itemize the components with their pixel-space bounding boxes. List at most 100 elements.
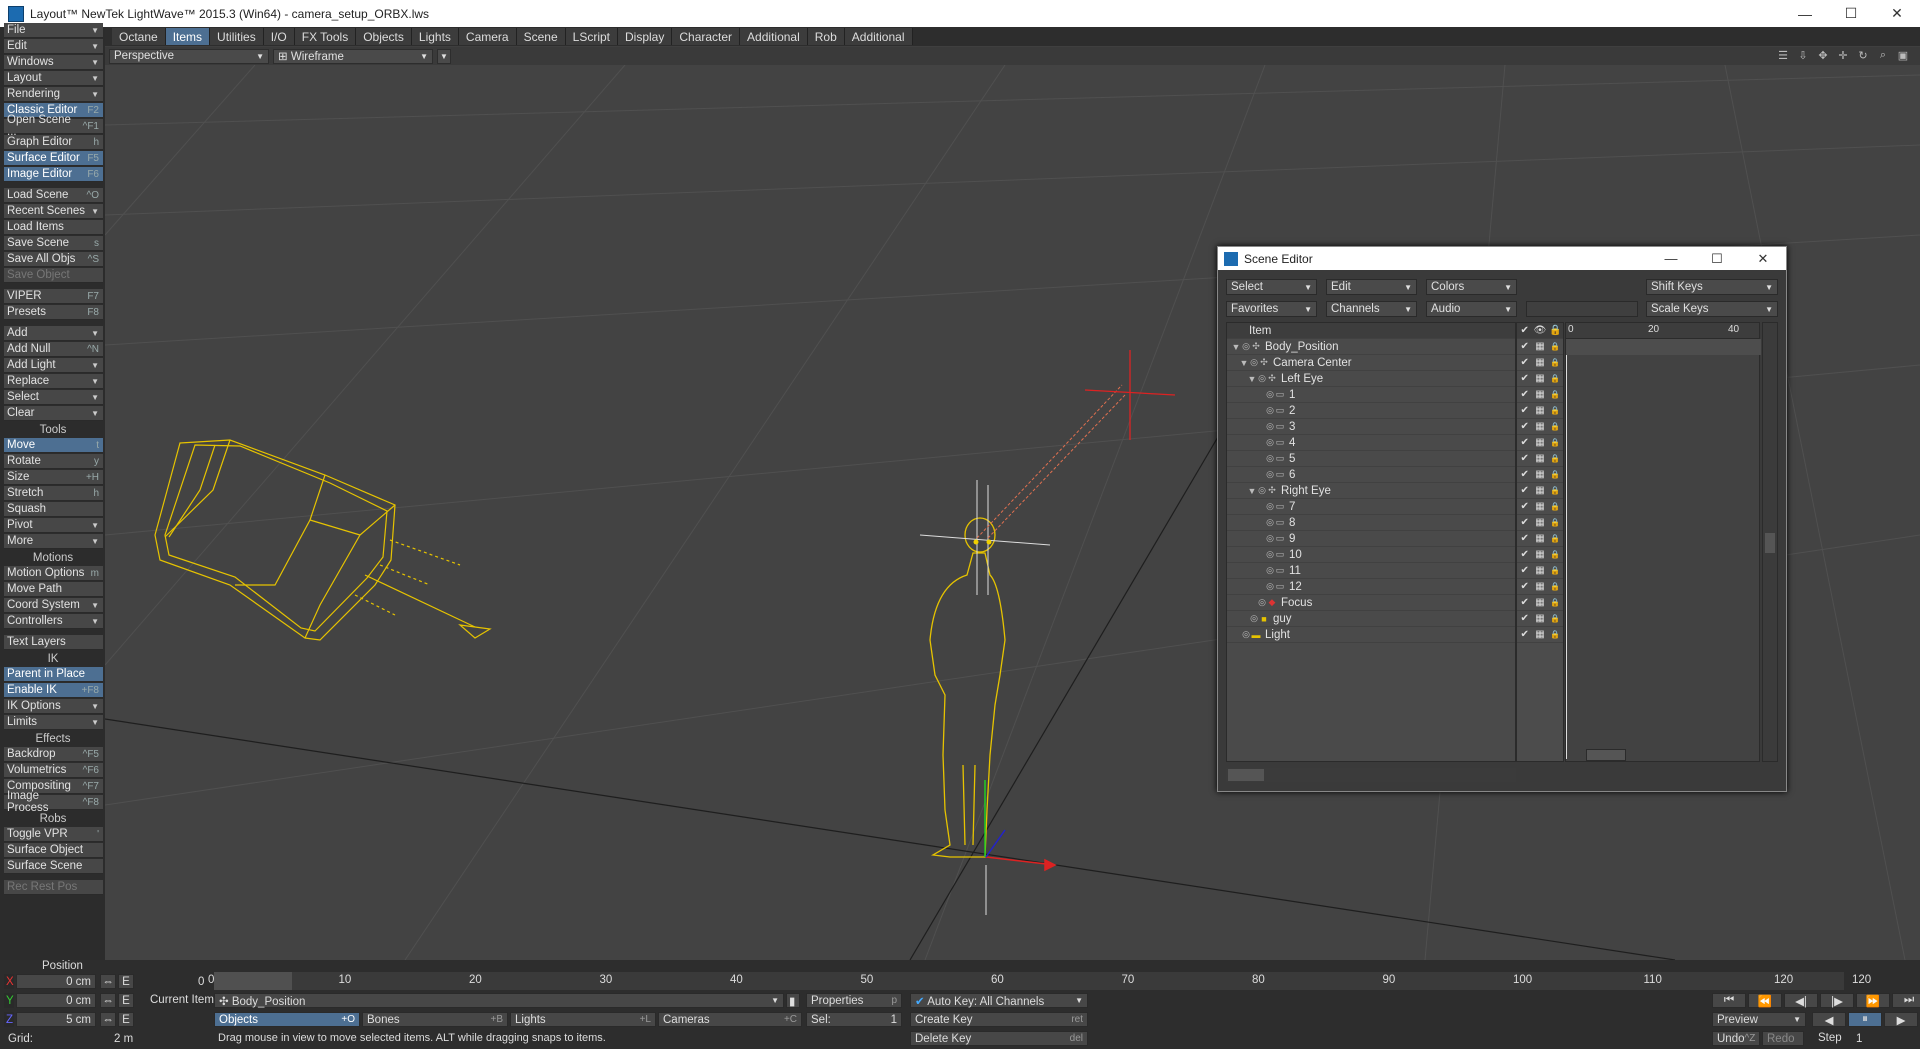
z-envelope-button[interactable]: E <box>118 1012 134 1027</box>
tab-additional[interactable]: Additional <box>844 28 913 45</box>
visibility-toggle-icon[interactable]: ◎ <box>1265 453 1275 464</box>
sidebar-item-move[interactable]: Move t <box>4 438 103 453</box>
lock-icon[interactable]: 🔒 <box>1548 454 1563 463</box>
y-position-input[interactable]: 0 cm <box>16 993 96 1008</box>
view-type-select[interactable]: Perspective ▼ <box>109 48 269 64</box>
close-button[interactable]: ✕ <box>1874 0 1920 27</box>
lock-icon[interactable]: 🔒 <box>1548 438 1563 447</box>
preview-select[interactable]: Preview ▼ <box>1712 1012 1806 1027</box>
active-check-icon[interactable]: ✔ <box>1517 533 1532 544</box>
lock-icon[interactable]: 🔒 <box>1548 550 1563 559</box>
scene-item-row[interactable]: ◎ ▭ 9 <box>1227 531 1515 547</box>
create-key-button[interactable]: Create Key ret <box>910 1012 1088 1027</box>
visibility-toggle-icon[interactable]: ◎ <box>1241 341 1251 352</box>
sidebar-item-move-path[interactable]: Move Path <box>4 582 103 597</box>
file-menu[interactable]: File ▼ <box>4 23 103 38</box>
visibility-toggle-icon[interactable]: ◎ <box>1257 597 1267 608</box>
sidebar-item-rotate[interactable]: Rotate y <box>4 454 103 469</box>
play-forward-icon[interactable]: ▶ <box>1884 1012 1918 1027</box>
se-channels-dropdown[interactable]: Channels ▼ <box>1326 301 1417 317</box>
visibility-toggle-icon[interactable]: ◎ <box>1265 469 1275 480</box>
sidebar-item-pivot[interactable]: Pivot ▼ <box>4 518 103 533</box>
tab-scene[interactable]: Scene <box>516 28 566 45</box>
scene-item-list[interactable]: Item ▼ ◎ ✣ Body_Position ▼ ◎ ✣ Camera Center ▼ ◎ ✣… <box>1226 322 1516 762</box>
lock-icon[interactable]: 🔒 <box>1548 406 1563 415</box>
lock-icon[interactable]: 🔒 <box>1548 598 1563 607</box>
active-check-icon[interactable]: ✔ <box>1517 597 1532 608</box>
tab-objects[interactable]: Objects <box>356 28 412 45</box>
tab-lscript[interactable]: LScript <box>565 28 618 45</box>
step-input[interactable]: 1 <box>1852 1031 1916 1046</box>
scene-item-row[interactable]: ▼ ◎ ✣ Body_Position <box>1227 339 1515 355</box>
display-mode-icon[interactable]: ▦ <box>1532 517 1547 528</box>
scene-item-row[interactable]: ◎ ▭ 7 <box>1227 499 1515 515</box>
sidebar-item-backdrop[interactable]: Backdrop ^F5 <box>4 747 103 762</box>
active-check-icon[interactable]: ✔ <box>1517 549 1532 560</box>
scene-item-row[interactable]: ◎ ▭ 4 <box>1227 435 1515 451</box>
pan-view-icon[interactable]: ✛ <box>1834 48 1852 63</box>
frame-ruler[interactable]: 0 10 20 30 40 50 60 70 80 90 100 110 120 <box>208 972 1844 990</box>
scene-item-row[interactable]: ◎ ▭ 8 <box>1227 515 1515 531</box>
lock-icon[interactable]: 🔒 <box>1548 486 1563 495</box>
sidebar-item-toggle-vpr[interactable]: Toggle VPR ' <box>4 827 103 842</box>
sidebar-item-parent-in-place[interactable]: Parent in Place <box>4 667 103 682</box>
sidebar-item-volumetrics[interactable]: Volumetrics ^F6 <box>4 763 103 778</box>
se-favorites-dropdown[interactable]: Favorites ▼ <box>1226 301 1317 317</box>
display-mode-icon[interactable]: ▦ <box>1532 437 1547 448</box>
lock-icon[interactable]: 🔒 <box>1548 630 1563 639</box>
lock-icon[interactable]: 🔒 <box>1548 342 1563 351</box>
x-move-icon[interactable]: ⇔ <box>100 974 116 989</box>
expand-arrow-icon[interactable]: ▼ <box>1239 358 1249 368</box>
active-check-icon[interactable]: ✔ <box>1517 453 1532 464</box>
visibility-toggle-icon[interactable]: ◎ <box>1265 437 1275 448</box>
sidebar-item-surface-scene[interactable]: Surface Scene <box>4 859 103 874</box>
sidebar-item-replace[interactable]: Replace ▼ <box>4 374 103 389</box>
display-mode-icon[interactable]: ▦ <box>1532 501 1547 512</box>
undo-button[interactable]: Undo ^Z <box>1712 1031 1760 1046</box>
lock-icon[interactable]: 🔒 <box>1548 534 1563 543</box>
scene-vertical-scrollbar[interactable] <box>1762 322 1778 762</box>
sidebar-item-surface-object[interactable]: Surface Object <box>4 843 103 858</box>
current-item-select[interactable]: ✣ Body_Position ▼ <box>214 993 784 1008</box>
sidebar-item-windows[interactable]: Windows ▼ <box>4 55 103 70</box>
save-view-icon[interactable]: ⇩ <box>1794 48 1812 63</box>
scene-item-row[interactable]: ◎ ▭ 12 <box>1227 579 1515 595</box>
display-mode-icon[interactable]: ▦ <box>1532 421 1547 432</box>
lock-icon[interactable]: 🔒 <box>1548 614 1563 623</box>
expand-arrow-icon[interactable]: ▼ <box>1247 374 1257 384</box>
display-mode-icon[interactable]: ▦ <box>1532 469 1547 480</box>
sidebar-item-motion-options[interactable]: Motion Options m <box>4 566 103 581</box>
sidebar-item-more[interactable]: More ▼ <box>4 534 103 549</box>
scene-item-row[interactable]: ▼ ◎ ✣ Left Eye <box>1227 371 1515 387</box>
delete-key-button[interactable]: Delete Key del <box>910 1031 1088 1046</box>
active-check-icon[interactable]: ✔ <box>1517 357 1532 368</box>
active-check-icon[interactable]: ✔ <box>1517 629 1532 640</box>
display-mode-icon[interactable]: ▦ <box>1532 389 1547 400</box>
cameras-button[interactable]: Cameras +C <box>658 1012 802 1027</box>
tab-i-o[interactable]: I/O <box>263 28 295 45</box>
sidebar-item-save-all-objs[interactable]: Save All Objs ^S <box>4 252 103 267</box>
display-mode-icon[interactable]: ▦ <box>1532 629 1547 640</box>
sidebar-item-add-light[interactable]: Add Light ▼ <box>4 358 103 373</box>
display-mode-icon[interactable]: ▦ <box>1532 405 1547 416</box>
tab-rob[interactable]: Rob <box>807 28 845 45</box>
display-mode-icon[interactable]: ▦ <box>1532 565 1547 576</box>
visibility-toggle-icon[interactable]: ◎ <box>1265 501 1275 512</box>
lock-icon[interactable]: 🔒 <box>1548 502 1563 511</box>
tab-utilities[interactable]: Utilities <box>210 28 264 45</box>
scene-item-row[interactable]: ◎ ◆ Focus <box>1227 595 1515 611</box>
scene-editor-close-button[interactable]: ✕ <box>1740 247 1786 270</box>
sidebar-item-graph-editor[interactable]: Graph Editor h <box>4 135 103 150</box>
scene-timeline[interactable]: 0 20 40 <box>1565 322 1761 762</box>
sidebar-item-image-editor[interactable]: Image Editor F6 <box>4 167 103 182</box>
display-mode-icon[interactable]: ▦ <box>1532 357 1547 368</box>
tab-fx-tools[interactable]: FX Tools <box>294 28 357 45</box>
visibility-toggle-icon[interactable]: ◎ <box>1265 421 1275 432</box>
sidebar-item-load-items[interactable]: Load Items <box>4 220 103 235</box>
properties-button[interactable]: Properties p <box>806 993 902 1008</box>
sidebar-item-add[interactable]: Add ▼ <box>4 326 103 341</box>
sidebar-item-recent-scenes[interactable]: Recent Scenes ▼ <box>4 204 103 219</box>
display-mode-icon[interactable]: ▦ <box>1532 341 1547 352</box>
lock-icon[interactable]: 🔒 <box>1548 358 1563 367</box>
x-position-input[interactable]: 0 cm <box>16 974 96 989</box>
